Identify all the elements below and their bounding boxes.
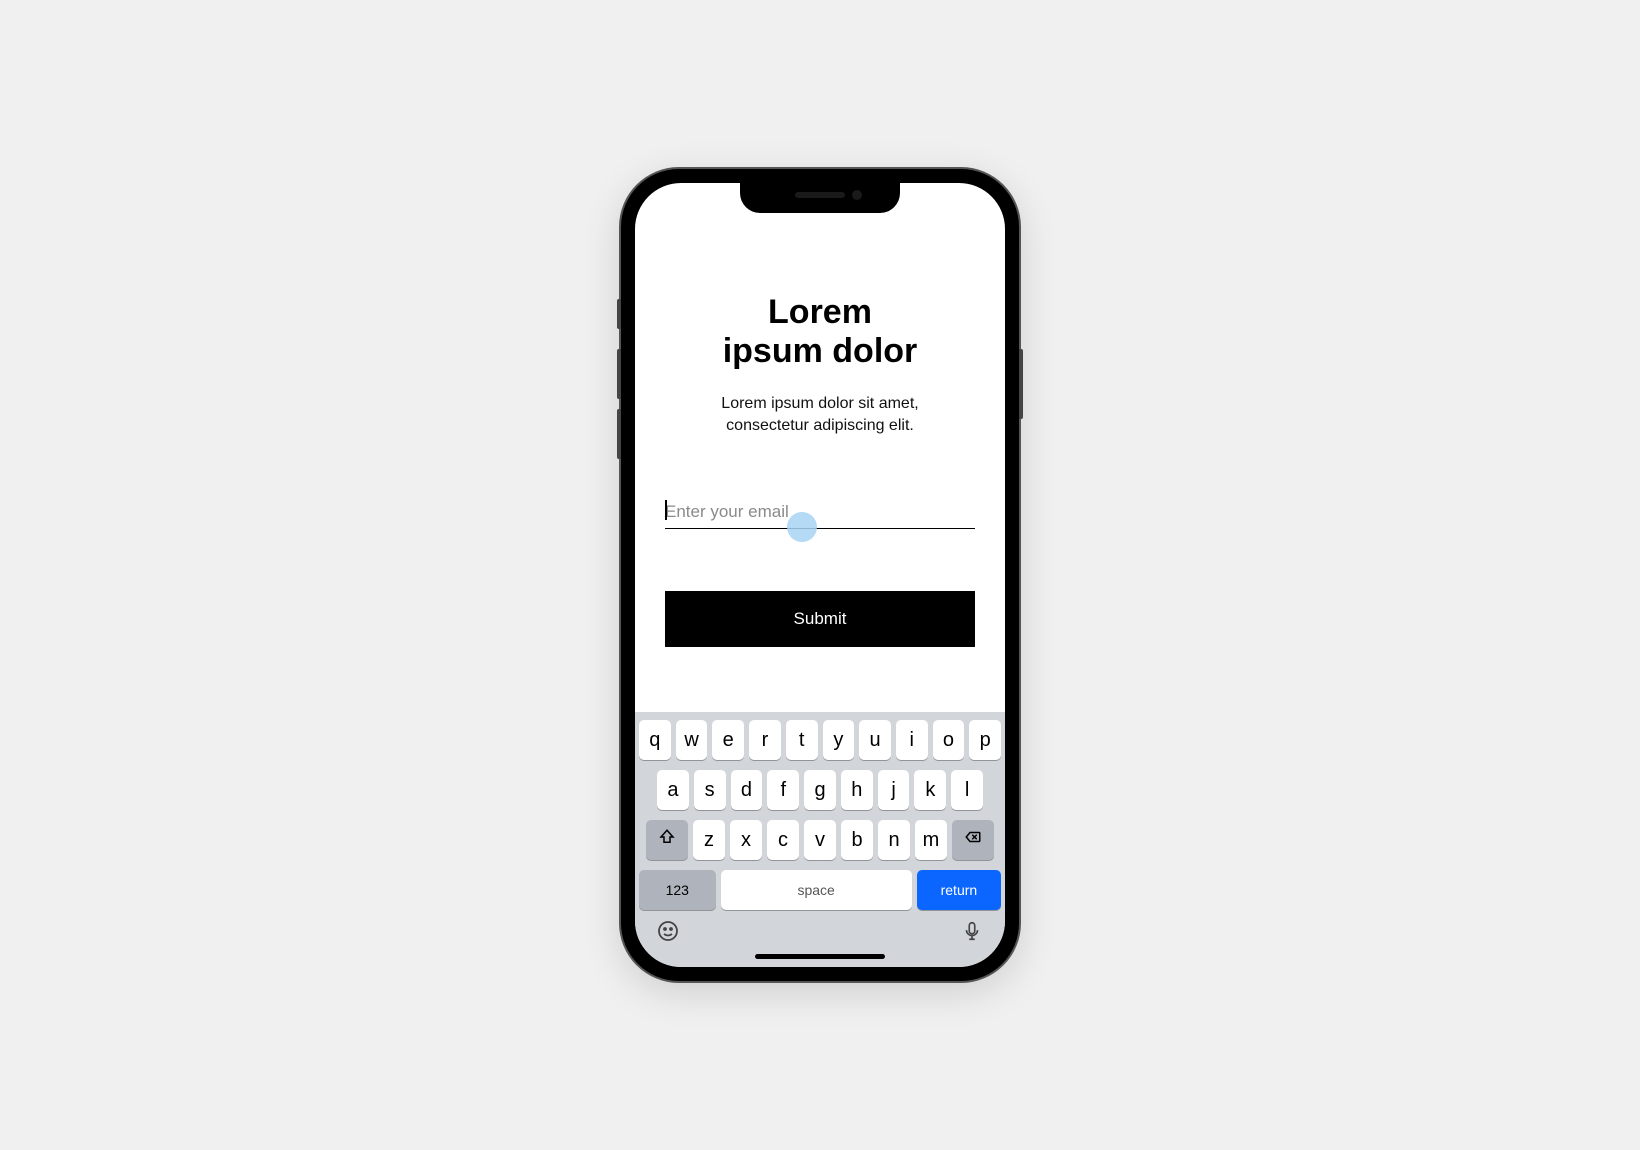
key-l[interactable]: l: [951, 770, 983, 810]
key-x[interactable]: x: [730, 820, 762, 860]
key-h[interactable]: h: [841, 770, 873, 810]
email-input[interactable]: [665, 496, 975, 529]
space-key[interactable]: space: [721, 870, 912, 910]
keyboard-row-3: z x c v b n m: [639, 820, 1001, 860]
ios-keyboard: q w e r t y u i o p a s d f g h j k l: [635, 712, 1005, 967]
key-z[interactable]: z: [693, 820, 725, 860]
emoji-icon: [656, 919, 680, 948]
keyboard-row-2: a s d f g h j k l: [639, 770, 1001, 810]
dictation-key[interactable]: [959, 920, 985, 946]
keyboard-row-4: 123 space return: [639, 870, 1001, 910]
shift-icon: [658, 828, 676, 852]
email-field-wrap: [665, 496, 975, 529]
home-indicator[interactable]: [755, 954, 885, 959]
app-content: Lorem ipsum dolor Lorem ipsum dolor sit …: [635, 183, 1005, 712]
key-b[interactable]: b: [841, 820, 873, 860]
return-key[interactable]: return: [917, 870, 1001, 910]
key-c[interactable]: c: [767, 820, 799, 860]
keyboard-row-1: q w e r t y u i o p: [639, 720, 1001, 760]
key-v[interactable]: v: [804, 820, 836, 860]
key-q[interactable]: q: [639, 720, 671, 760]
key-t[interactable]: t: [786, 720, 818, 760]
key-g[interactable]: g: [804, 770, 836, 810]
keyboard-bottom-row: [639, 914, 1001, 950]
phone-screen: Lorem ipsum dolor Lorem ipsum dolor sit …: [635, 183, 1005, 967]
page-subtitle: Lorem ipsum dolor sit amet, consectetur …: [665, 393, 975, 436]
notch: [740, 183, 900, 213]
key-y[interactable]: y: [823, 720, 855, 760]
key-i[interactable]: i: [896, 720, 928, 760]
key-k[interactable]: k: [914, 770, 946, 810]
key-e[interactable]: e: [712, 720, 744, 760]
submit-button[interactable]: Submit: [665, 591, 975, 647]
key-p[interactable]: p: [969, 720, 1001, 760]
microphone-icon: [961, 920, 983, 947]
key-n[interactable]: n: [878, 820, 910, 860]
key-s[interactable]: s: [694, 770, 726, 810]
key-o[interactable]: o: [933, 720, 965, 760]
numeric-key[interactable]: 123: [639, 870, 716, 910]
emoji-key[interactable]: [655, 920, 681, 946]
key-a[interactable]: a: [657, 770, 689, 810]
touch-indicator: [787, 512, 817, 542]
key-r[interactable]: r: [749, 720, 781, 760]
page-title: Lorem ipsum dolor: [665, 293, 975, 371]
key-j[interactable]: j: [878, 770, 910, 810]
backspace-key[interactable]: [952, 820, 994, 860]
key-m[interactable]: m: [915, 820, 947, 860]
text-cursor: [665, 500, 667, 520]
key-f[interactable]: f: [767, 770, 799, 810]
shift-key[interactable]: [646, 820, 688, 860]
key-d[interactable]: d: [731, 770, 763, 810]
key-u[interactable]: u: [859, 720, 891, 760]
key-w[interactable]: w: [676, 720, 708, 760]
backspace-icon: [964, 828, 982, 852]
phone-frame: Lorem ipsum dolor Lorem ipsum dolor sit …: [621, 169, 1019, 981]
